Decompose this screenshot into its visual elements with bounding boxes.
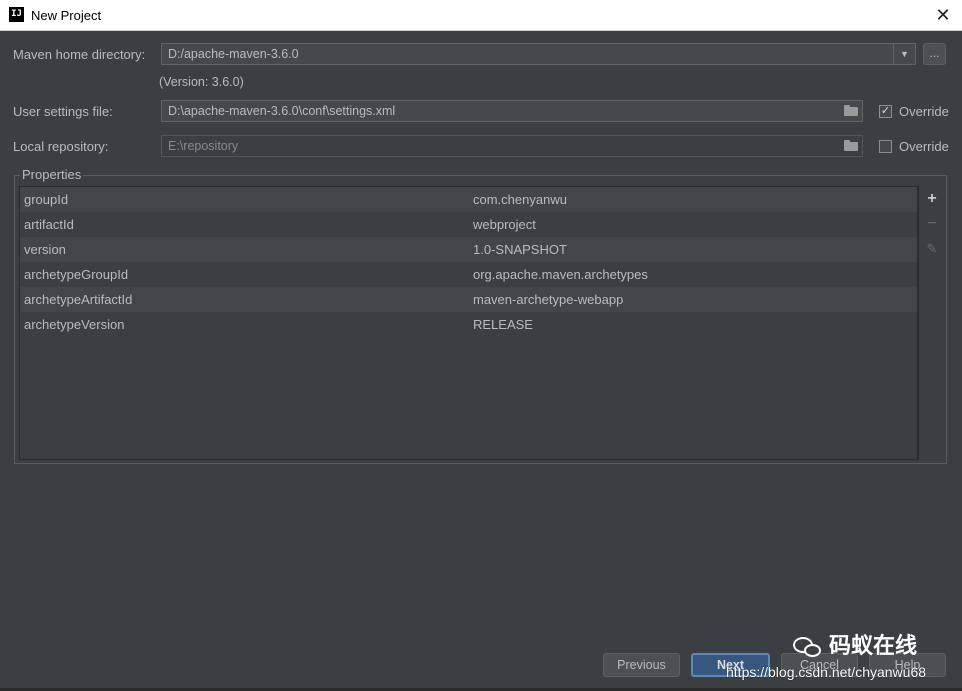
table-row[interactable]: archetypeGroupId org.apache.maven.archet…: [20, 262, 917, 287]
dropdown-arrow-icon[interactable]: ▼: [893, 44, 915, 64]
local-repo-override-label[interactable]: Override: [899, 139, 949, 154]
property-value[interactable]: RELEASE: [473, 317, 533, 332]
close-icon: ✕: [935, 5, 951, 25]
watermark-brand-text: 码蚁在线: [829, 633, 918, 658]
watermark-brand: 码蚁在线: [793, 630, 917, 662]
table-row[interactable]: version 1.0-SNAPSHOT: [20, 237, 917, 262]
maven-version-text: (Version: 3.6.0): [159, 75, 244, 89]
checkmark-icon: ✓: [880, 105, 891, 117]
maven-home-label: Maven home directory:: [13, 47, 146, 62]
maven-home-select[interactable]: D:/apache-maven-3.6.0 ▼: [161, 43, 916, 65]
maven-home-browse-button[interactable]: ...: [923, 43, 946, 65]
remove-property-icon[interactable]: −: [923, 215, 941, 233]
add-property-icon[interactable]: +: [923, 190, 941, 208]
user-settings-value: D:\apache-maven-3.6.0\conf\settings.xml: [168, 104, 396, 118]
properties-toolbar: + − ✎: [918, 186, 945, 460]
table-row[interactable]: archetypeArtifactId maven-archetype-weba…: [20, 287, 917, 312]
close-window-button[interactable]: ✕: [930, 3, 956, 27]
user-settings-override-label[interactable]: Override: [899, 104, 949, 119]
title-bar: IJ New Project ✕: [0, 0, 962, 31]
property-key: artifactId: [24, 217, 74, 232]
window-title: New Project: [31, 8, 102, 23]
maven-home-value: D:/apache-maven-3.6.0: [168, 47, 299, 61]
local-repo-label: Local repository:: [13, 139, 109, 154]
property-value[interactable]: org.apache.maven.archetypes: [473, 267, 648, 282]
edit-property-icon[interactable]: ✎: [923, 240, 941, 258]
property-key: archetypeVersion: [24, 317, 125, 332]
user-settings-label: User settings file:: [13, 104, 113, 119]
intellij-app-icon: IJ: [9, 7, 24, 22]
property-key: archetypeGroupId: [24, 267, 129, 282]
local-repo-override-checkbox[interactable]: [879, 140, 892, 153]
table-row[interactable]: groupId com.chenyanwu: [20, 187, 917, 212]
property-key: version: [24, 242, 66, 257]
table-row[interactable]: archetypeVersion RELEASE: [20, 312, 917, 337]
property-key: groupId: [24, 192, 69, 207]
user-settings-input[interactable]: D:\apache-maven-3.6.0\conf\settings.xml: [161, 100, 863, 122]
properties-title: Properties: [20, 167, 84, 182]
folder-icon[interactable]: [844, 140, 858, 151]
property-value[interactable]: com.chenyanwu: [473, 192, 567, 207]
folder-icon[interactable]: [844, 105, 858, 116]
property-value[interactable]: webproject: [473, 217, 536, 232]
wechat-icon: [793, 635, 823, 659]
property-value[interactable]: maven-archetype-webapp: [473, 292, 623, 307]
watermark-url: https://blog.csdn.net/chyanwu68: [726, 664, 927, 680]
property-key: archetypeArtifactId: [24, 292, 133, 307]
previous-button[interactable]: Previous: [603, 653, 680, 677]
local-repo-input[interactable]: E:\repository: [161, 135, 863, 157]
user-settings-override-checkbox[interactable]: ✓: [879, 105, 892, 118]
properties-table[interactable]: groupId com.chenyanwu artifactId webproj…: [19, 186, 918, 460]
property-value[interactable]: 1.0-SNAPSHOT: [473, 242, 567, 257]
table-row[interactable]: artifactId webproject: [20, 212, 917, 237]
local-repo-value: E:\repository: [168, 139, 239, 153]
